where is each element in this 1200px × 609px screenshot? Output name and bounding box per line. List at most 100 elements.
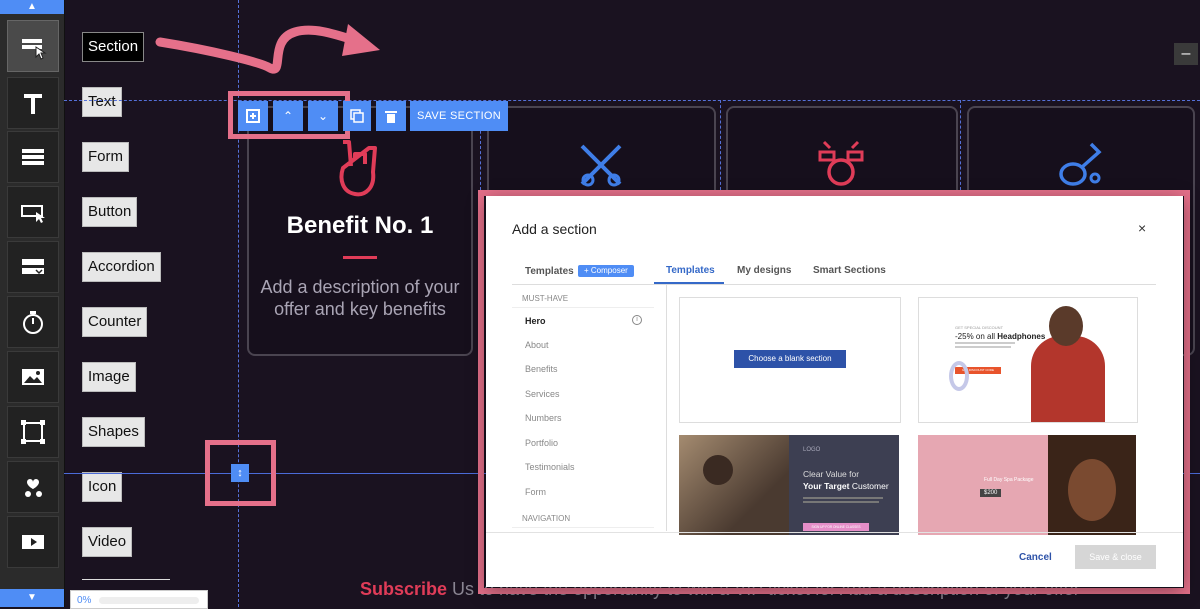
add-section-dialog: Add a section × Templates + Composer Tem… [486,196,1183,587]
move-up-button[interactable]: ⌃ [273,101,303,131]
person-photo [1031,336,1105,422]
divider [512,527,654,528]
nav-item-benefits[interactable]: Benefits [525,364,558,374]
choose-blank-button[interactable]: Choose a blank section [734,350,846,368]
duplicate-section-button[interactable] [343,101,371,131]
tool-shapes-button[interactable] [7,406,59,458]
nav-item-portfolio[interactable]: Portfolio [525,438,558,448]
placeholder-line [955,346,1011,348]
headphones-image [949,361,969,391]
nav-divider [666,285,667,531]
element-toolbar: ▲ ▼ [0,0,65,607]
headline-bold: Headphones [997,332,1046,341]
template-headphones[interactable]: GET SPECIAL DISCOUNT -25% on all Headpho… [918,297,1138,423]
rock-hand-icon [339,140,377,197]
template-tag: GET SPECIAL DISCOUNT [955,325,1004,330]
woman-face [1068,459,1116,521]
tooltip-image: Image [82,362,136,392]
tool-button-button[interactable] [7,186,59,238]
tool-section-button[interactable] [7,20,59,72]
composer-badge[interactable]: + Composer [578,265,634,277]
chevron-down-icon: ⌄ [317,109,329,123]
annotation-arrow-icon [155,24,380,74]
template-blank[interactable]: Choose a blank section [679,297,901,423]
tool-icon-button[interactable] [7,461,59,513]
group-navigation: NAVIGATION [522,514,571,523]
person-head [703,455,733,485]
tooltip-accordion: Accordion [82,252,161,282]
fitness-photo [679,435,789,535]
tooltip-button: Button [82,197,138,227]
tooltip-counter: Counter [82,307,148,337]
collapse-button[interactable]: – [1174,43,1198,65]
tooltip-section: Section [82,32,145,62]
template-spa[interactable]: Full Day Spa Package $200 [918,435,1136,535]
progress-track [99,597,199,604]
accordion-icon [22,259,44,275]
progress-bar: 0% [70,590,208,609]
button-icon [21,205,45,223]
tab-templates[interactable]: Templates [666,265,715,276]
person-head [1049,306,1083,346]
tool-form-button[interactable] [7,131,59,183]
resize-vertical-icon: ↕ [237,467,243,479]
move-down-button[interactable]: ⌄ [308,101,338,131]
tab-my-designs[interactable]: My designs [737,265,791,276]
resize-handle[interactable]: ↕ [231,464,249,482]
spa-title: Full Day Spa Package [984,477,1034,483]
footer-divider [486,532,1183,533]
form-icon [22,149,44,165]
add-section-button[interactable] [238,101,268,131]
tabs-divider [512,284,1156,285]
benefit-card[interactable]: Benefit No. 1 Add a description of your … [247,106,473,356]
guide-line-vertical [720,100,721,190]
tab-templates-left[interactable]: Templates [525,266,574,277]
tooltip-text: Text [82,87,122,117]
template-logo: LOGO [803,447,821,453]
divider [82,579,170,580]
info-icon[interactable]: i [632,315,642,325]
delete-section-button[interactable] [376,101,406,131]
close-icon[interactable]: × [1138,220,1146,236]
dialog-title: Add a section [512,221,597,237]
tab-smart-sections[interactable]: Smart Sections [813,265,886,276]
template-fitness[interactable]: LOGO Clear Value for Your Target Custome… [679,435,899,535]
tool-text-button[interactable] [7,77,59,129]
section-icon [22,39,47,60]
template-line2: Your Target Customer [803,481,889,491]
signup-cta: SIGN UP FOR ONLINE CLASSES [803,523,869,531]
nav-item-about[interactable]: About [525,340,549,350]
scroll-down-button[interactable]: ▼ [0,589,64,607]
composer-label: Composer [590,266,628,275]
drum-kit-icon [818,140,864,186]
spa-price: $200 [980,489,1002,497]
tooltip-shapes: Shapes [82,417,145,447]
nav-item-services[interactable]: Services [525,389,560,399]
cancel-button[interactable]: Cancel [1019,552,1052,563]
group-must-have: MUST-HAVE [522,294,569,303]
duplicate-icon [350,109,364,123]
save-section-button[interactable]: SAVE SECTION [410,101,508,131]
scroll-up-button[interactable]: ▲ [0,0,64,14]
shapes-icon [21,420,45,444]
template-headline: -25% on all Headphones [955,332,1045,341]
nav-item-numbers[interactable]: Numbers [525,413,562,423]
tool-video-button[interactable] [7,516,59,568]
tool-image-button[interactable] [7,351,59,403]
benefit-description: Add a description of your offer and key … [260,277,460,319]
nav-item-form[interactable]: Form [525,487,546,497]
placeholder-line [803,501,879,503]
title-underline [343,256,377,259]
line2-bold: Your Target [803,481,850,491]
subscribe-bold: Subscribe [360,579,448,599]
chevron-up-icon: ⌃ [282,109,294,123]
save-close-button[interactable]: Save & close [1075,545,1156,569]
tool-counter-button[interactable] [7,296,59,348]
nav-item-hero[interactable]: Hero [525,316,546,326]
divider [512,307,654,308]
tool-accordion-button[interactable] [7,241,59,293]
video-icon [22,535,44,549]
icon-icon [25,479,42,497]
nav-item-testimonials[interactable]: Testimonials [525,462,575,472]
trash-icon [385,111,397,123]
